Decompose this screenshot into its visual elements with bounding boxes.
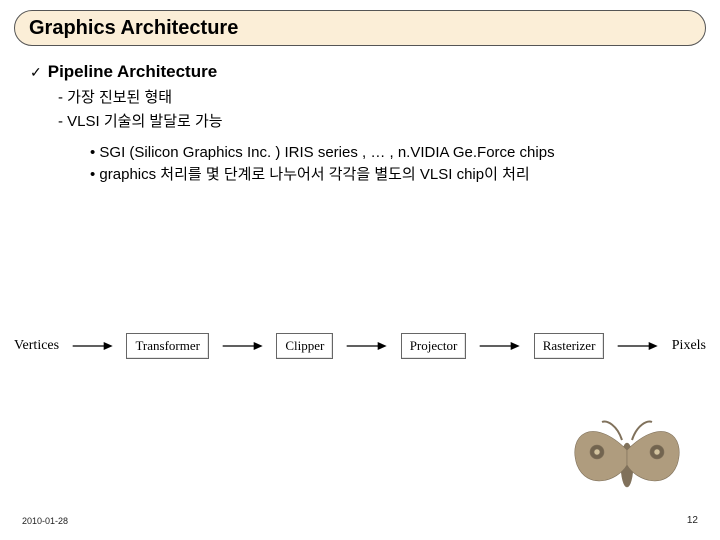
- pipeline-stage-rasterizer: Rasterizer: [534, 333, 605, 359]
- footer-date: 2010-01-28: [22, 516, 68, 526]
- pipeline-input-label: Vertices: [14, 338, 59, 354]
- pipeline-diagram: Vertices Transformer Clipper Projector R…: [14, 322, 706, 370]
- arrow-icon: [333, 340, 400, 352]
- lvl3-item-2: graphics 처리를 몇 단계로 나누어서 각각을 별도의 VLSI chi…: [90, 164, 690, 186]
- lvl1-text: Pipeline Architecture: [48, 62, 217, 82]
- pipeline-stage-transformer: Transformer: [126, 333, 209, 359]
- lvl2-item-1: 가장 진보된 형태: [58, 86, 690, 110]
- pipeline-stage-clipper: Clipper: [276, 333, 333, 359]
- arrow-icon: [604, 340, 671, 352]
- pipeline-output-label: Pixels: [672, 338, 706, 354]
- moth-illustration: [562, 410, 692, 510]
- title-bar: Graphics Architecture: [14, 10, 706, 46]
- footer-page-number: 12: [687, 515, 698, 526]
- lvl2-item-2-text: VLSI 기술의 발달로 가능: [67, 113, 222, 130]
- slide: Graphics Architecture ✓ Pipeline Archite…: [0, 0, 720, 540]
- lvl2-item-1-text: 가장 진보된 형태: [67, 89, 172, 106]
- lvl3-item-1-text: SGI (Silicon Graphics Inc. ) IRIS series…: [99, 144, 554, 161]
- lvl3-item-2-text: graphics 처리를 몇 단계로 나누어서 각각을 별도의 VLSI chi…: [99, 166, 529, 183]
- pipeline-stage-projector: Projector: [401, 333, 467, 359]
- slide-title: Graphics Architecture: [29, 17, 238, 40]
- content-body: ✓ Pipeline Architecture 가장 진보된 형태 VLSI 기…: [30, 62, 690, 186]
- lvl3-item-1: SGI (Silicon Graphics Inc. ) IRIS series…: [90, 142, 690, 164]
- bullet-lvl1: ✓ Pipeline Architecture: [30, 62, 690, 82]
- arrow-icon: [59, 340, 126, 352]
- check-icon: ✓: [30, 63, 42, 81]
- bullet-lvl2-group: 가장 진보된 형태 VLSI 기술의 발달로 가능: [30, 86, 690, 134]
- arrow-icon: [209, 340, 276, 352]
- bullet-lvl3-group: SGI (Silicon Graphics Inc. ) IRIS series…: [30, 142, 690, 186]
- arrow-icon: [466, 340, 533, 352]
- lvl2-item-2: VLSI 기술의 발달로 가능: [58, 110, 690, 134]
